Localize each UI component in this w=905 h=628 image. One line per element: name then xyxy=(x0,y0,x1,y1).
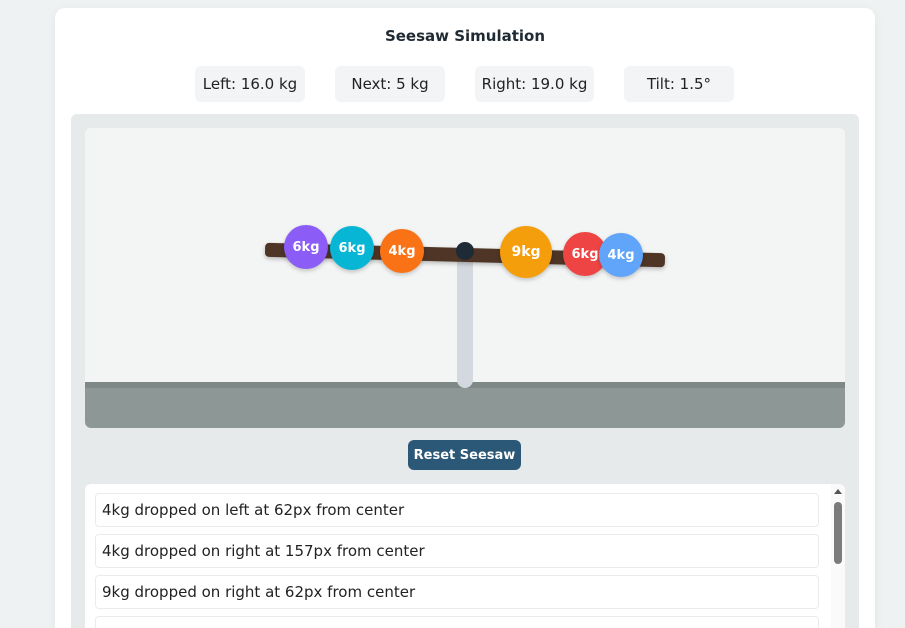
reset-seesaw-button[interactable]: Reset Seesaw xyxy=(408,440,521,470)
ground xyxy=(85,382,845,428)
drop-log-list[interactable]: 4kg dropped on left at 62px from center … xyxy=(85,484,845,628)
weight-ball: 4kg xyxy=(380,229,424,273)
weight-ball: 6kg xyxy=(284,225,328,269)
right-weight-stat: Right: 19.0 kg xyxy=(475,66,594,102)
seesaw-canvas[interactable]: 6kg 6kg 4kg 9kg 6kg 4kg xyxy=(85,128,845,428)
seesaw-card: Seesaw Simulation Left: 16.0 kg Next: 5 … xyxy=(55,8,875,628)
scroll-up-arrow-icon[interactable] xyxy=(834,489,842,494)
weight-ball: 4kg xyxy=(599,233,643,277)
log-item: 4kg dropped on left at 62px from center xyxy=(95,493,819,527)
left-weight-stat: Left: 16.0 kg xyxy=(195,66,305,102)
log-scrollbar[interactable] xyxy=(831,484,845,628)
simulation-panel: 6kg 6kg 4kg 9kg 6kg 4kg Reset Seesaw 4kg… xyxy=(71,114,859,628)
log-item: 9kg dropped on right at 62px from center xyxy=(95,575,819,609)
next-weight-stat: Next: 5 kg xyxy=(335,66,445,102)
page-title: Seesaw Simulation xyxy=(384,27,546,45)
log-item: 4kg dropped on right at 157px from cente… xyxy=(95,534,819,568)
seesaw-pivot xyxy=(456,242,474,260)
weight-ball: 9kg xyxy=(500,226,552,278)
log-item xyxy=(95,616,819,628)
weight-ball: 6kg xyxy=(330,226,374,270)
seesaw-pole xyxy=(457,250,473,388)
tilt-stat: Tilt: 1.5° xyxy=(624,66,734,102)
scroll-thumb[interactable] xyxy=(834,502,842,564)
